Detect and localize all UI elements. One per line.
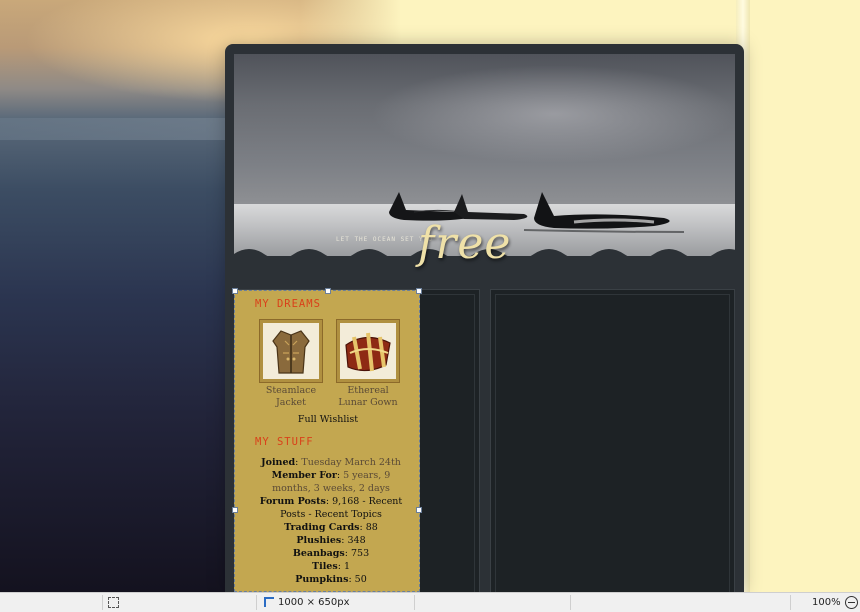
dreams-section-title: MY DREAMS [255,298,321,310]
status-bar: 1000 × 650px 100% [0,592,860,612]
resize-handle[interactable] [232,288,238,294]
wishlist-item-label: Steamlace Jacket [265,385,317,408]
wishlist-item-label: Ethereal Lunar Gown [338,385,398,408]
right-column-panel [490,289,735,594]
selection-icon[interactable] [108,593,119,612]
resize-handle[interactable] [416,288,422,294]
sidebar-widget[interactable]: MY DREAMS Steamlace Jacket Ethereal Luna… [232,288,422,592]
stuff-section-title: MY STUFF [255,436,314,448]
header-tagline-script: free [418,218,512,269]
wishlist-item[interactable]: Steamlace Jacket [259,319,323,409]
resize-handle[interactable] [232,507,238,513]
stat-plushies: Plushies: 348 [296,535,366,546]
canvas-size-icon [264,597,274,607]
gown-icon [345,332,391,372]
zoom-out-icon[interactable] [844,595,858,609]
stat-pumpkins: Pumpkins: 50 [295,574,367,585]
wishlist-item[interactable]: Ethereal Lunar Gown [336,319,400,409]
full-wishlist-link[interactable]: Full Wishlist [235,414,421,425]
stat-joined: Joined: Tuesday March 24th [261,457,401,468]
stat-member-for: Member For: 5 years, 9 months, 3 weeks, … [271,470,391,494]
stat-beanbags: Beanbags: 753 [292,548,370,559]
recent-topics-link[interactable]: Recent Topics [315,509,382,520]
resize-handle[interactable] [416,507,422,513]
canvas-size-readout: 1000 × 650px [264,593,350,612]
jacket-icon [272,330,310,374]
profile-stats: Joined: Tuesday March 24th Member For: 5… [253,456,409,586]
resize-handle[interactable] [325,288,331,294]
stat-tiles: Tiles: 1 [312,561,350,572]
stat-forum-posts: Forum Posts: 9,168 - Recent Posts - Rece… [259,496,403,520]
zoom-level: 100% [812,593,858,612]
stat-trading-cards: Trading Cards: 88 [284,522,378,533]
